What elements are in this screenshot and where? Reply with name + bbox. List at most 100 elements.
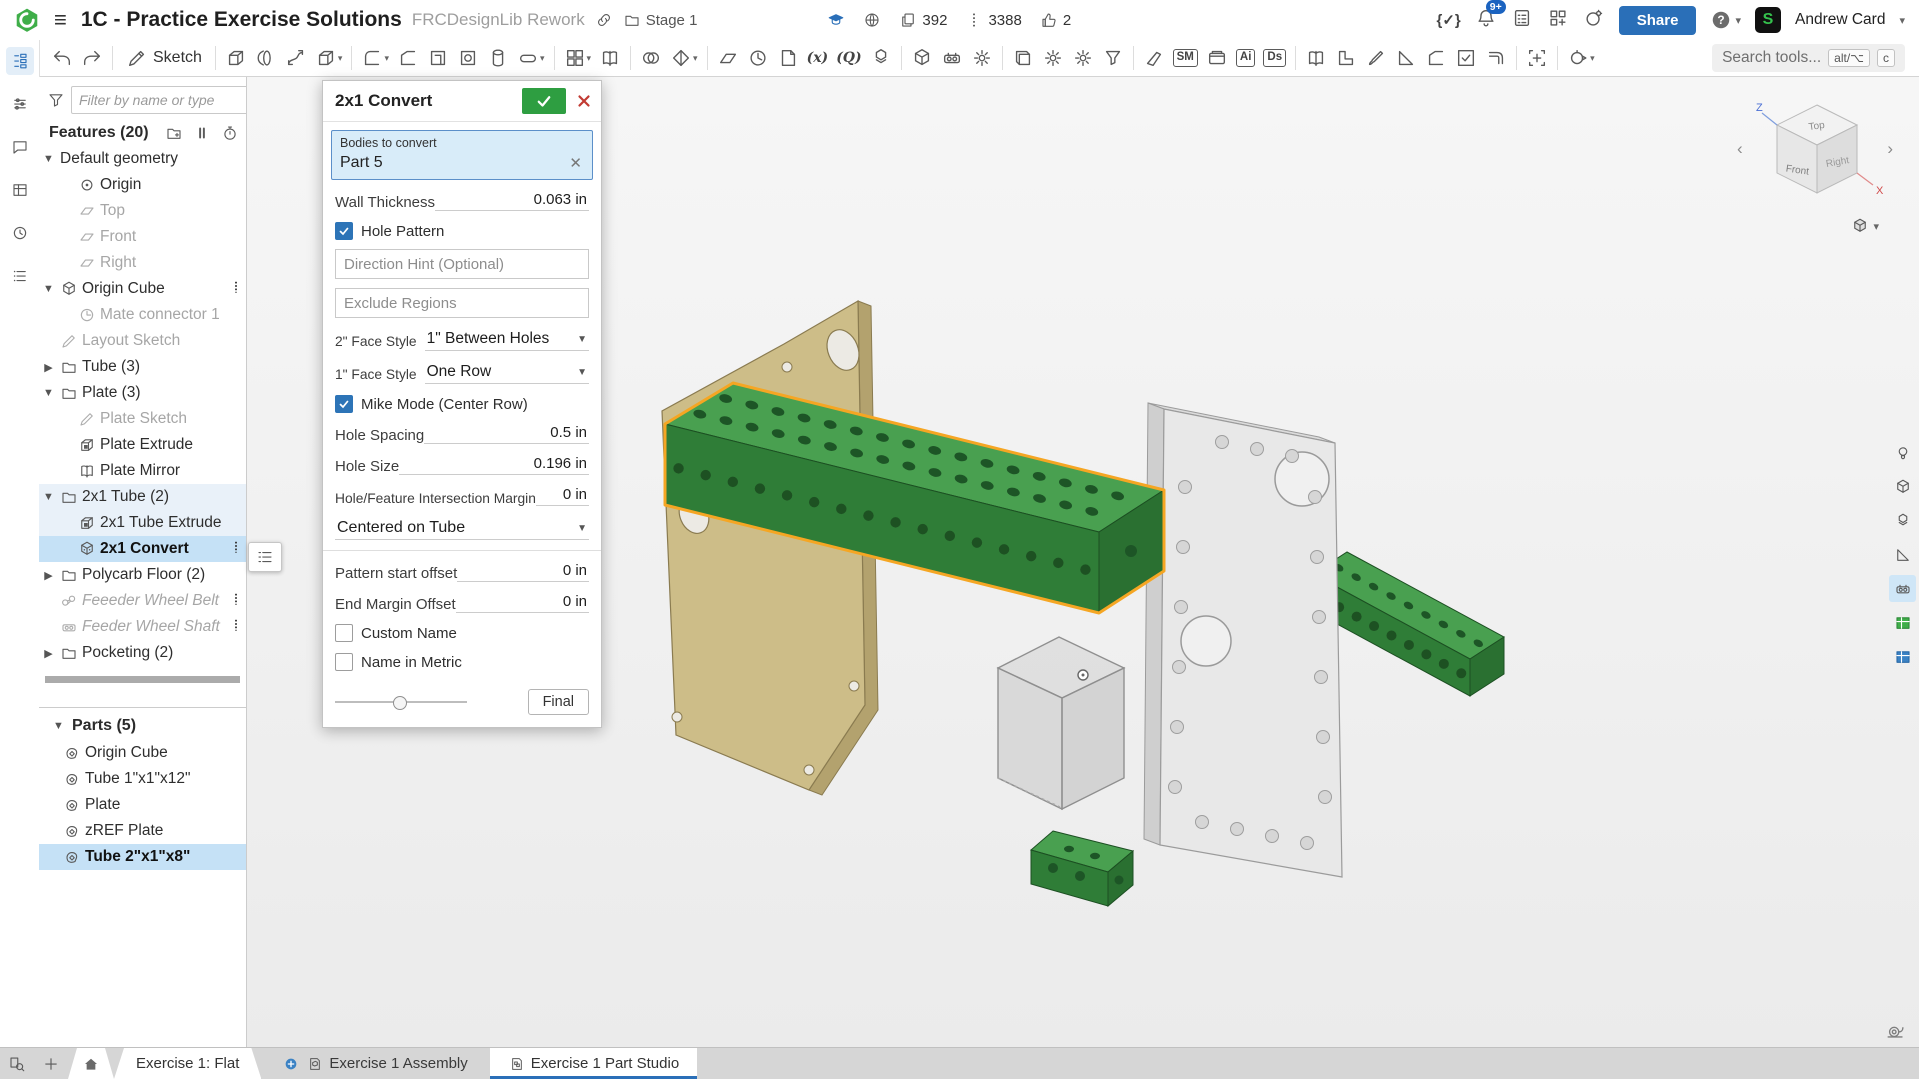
final-button[interactable]: Final [528,689,589,715]
notifications-button[interactable]: 9+ [1475,7,1497,34]
tool-frame-miter[interactable] [1391,44,1421,72]
sketch-button[interactable]: Sketch [118,44,210,72]
feature-row-feeder-wheel-shaft[interactable]: Feeder Wheel Shaft [39,614,246,640]
intersection-margin-input[interactable]: 0 in [536,486,589,506]
tab-exercise-1-part-studio[interactable]: Exercise 1 Part Studio [490,1048,697,1079]
view-frame-button[interactable] [1889,541,1916,568]
expander-open-icon[interactable]: ▼ [39,283,58,295]
filter-input[interactable] [71,86,247,114]
feature-row-top[interactable]: Top [39,198,246,224]
part-row-tube-2-x1-x8[interactable]: Tube 2"x1"x8" [39,844,246,870]
face2-select[interactable]: 1" Between Holes ▼ [425,330,589,351]
parts-expander-icon[interactable]: ▼ [49,720,68,732]
tool-gear-dog[interactable] [1038,44,1068,72]
copy-link-icon[interactable] [595,11,613,29]
mike-mode-checkbox[interactable]: Mike Mode (Center Row) [335,395,589,413]
tool-mirror-duplicate[interactable] [1301,44,1331,72]
regen-timer-button[interactable] [221,124,239,142]
rotate-right-icon[interactable]: › [1887,139,1893,159]
rotate-left-icon[interactable]: ‹ [1737,139,1743,159]
part-row-zref-plate[interactable]: zREF Plate [39,818,246,844]
custom-name-checkbox[interactable]: Custom Name [335,624,589,642]
bodies-to-convert-field[interactable]: Bodies to convert Part 5 ✕ [331,130,593,180]
expander-closed-icon[interactable]: ▶ [39,361,58,374]
tool-loft[interactable]: ▾ [311,44,347,72]
tool-split[interactable]: ▾ [666,44,702,72]
tool-verify[interactable] [1451,44,1481,72]
redo-button[interactable] [77,44,107,72]
panel-comments[interactable] [6,133,34,161]
tool-chamfer[interactable] [393,44,423,72]
expander-closed-icon[interactable]: ▶ [39,647,58,660]
part-row-tube-1-x1-x12[interactable]: Tube 1"x1"x12" [39,766,246,792]
end-margin-input[interactable]: 0 in [456,593,589,613]
views-count[interactable]: 3388 [965,11,1021,29]
tool-shell[interactable] [423,44,453,72]
view-composite-button[interactable] [1889,507,1916,534]
tab-exercise-1-flat[interactable]: Exercise 1: Flat [114,1048,261,1079]
learning-center-button[interactable] [1583,7,1605,34]
tool-ai-feature[interactable]: Ai [1232,46,1260,70]
tool-assistant[interactable]: ▾ [1563,44,1599,72]
wall-thickness-input[interactable]: 0.063 in [435,191,589,211]
tool-settings-gear[interactable] [1068,44,1098,72]
exclude-regions-input[interactable] [335,288,589,318]
view-cube[interactable]: Top Front Right Z X ‹ › ▾ [1737,87,1897,237]
tool-linear-pattern[interactable]: ▾ [560,44,596,72]
tool-sweep[interactable] [281,44,311,72]
copies-count[interactable]: 392 [899,11,947,29]
robot-tool-button[interactable] [1889,575,1916,602]
tool-hole[interactable] [453,44,483,72]
origin-marker[interactable] [1078,670,1088,680]
feature-row-feeeder-wheel-belt[interactable]: Feeeder Wheel Belt [39,588,246,614]
share-button[interactable]: Share [1619,6,1697,35]
apps-button[interactable] [1547,7,1569,34]
expander-open-icon[interactable]: ▼ [39,387,58,399]
rollback-pause-button[interactable] [193,124,211,142]
public-badge[interactable] [863,11,881,29]
tool-robot-config[interactable] [937,44,967,72]
feature-row-layout-sketch[interactable]: Layout Sketch [39,328,246,354]
tool-corner-join[interactable] [1331,44,1361,72]
part-row-plate[interactable]: Plate [39,792,246,818]
add-folder-button[interactable] [165,124,183,142]
panel-versions[interactable] [6,219,34,247]
panel-bom[interactable] [6,262,34,290]
feature-row-tube-3[interactable]: ▶Tube (3) [39,354,246,380]
tool-part-box[interactable] [907,44,937,72]
expander-open-icon[interactable]: ▼ [39,491,58,503]
feature-list-flyout-button[interactable] [248,542,282,572]
tool-lookup[interactable]: (Q) [832,47,865,69]
feature-row-default-geometry[interactable]: ▼Default geometry [39,146,246,172]
tool-sheet-metal[interactable]: SM [1169,46,1202,70]
tool-sheet-bend[interactable] [1139,44,1169,72]
hole-pattern-checkbox[interactable]: Hole Pattern [335,222,589,240]
tool-composite[interactable] [866,44,896,72]
avatar[interactable]: S [1755,7,1781,33]
tool-revolve[interactable] [251,44,281,72]
tool-helix[interactable] [743,44,773,72]
feature-row-2x1-convert[interactable]: 2x1 Convert [39,536,246,562]
tool-plane[interactable] [713,44,743,72]
feature-row-plate-mirror[interactable]: Plate Mirror [39,458,246,484]
tool-variable[interactable]: (x) [803,47,833,69]
slider-knob[interactable] [393,696,407,710]
view-export-button[interactable] [1889,473,1916,500]
feature-row-plate-extrude[interactable]: Plate Extrude [39,432,246,458]
cancel-button[interactable] [575,92,593,110]
tool-boolean[interactable] [636,44,666,72]
centered-select[interactable]: Centered on Tube ▼ [335,519,589,540]
tool-extrude[interactable] [221,44,251,72]
learning-badge[interactable] [827,11,845,29]
tool-export-dxf[interactable] [773,44,803,72]
feature-row-right[interactable]: Right [39,250,246,276]
direction-hint-input[interactable] [335,249,589,279]
tool-deburr[interactable] [1361,44,1391,72]
search-tools[interactable]: Search tools... alt/⌥ c [1712,44,1905,72]
user-menu-caret-icon[interactable]: ▾ [1899,14,1905,27]
expander-open-icon[interactable]: ▼ [39,153,58,165]
feature-row-polycarb-floor-2[interactable]: ▶Polycarb Floor (2) [39,562,246,588]
undo-button[interactable] [47,44,77,72]
tab-exercise-1-assembly[interactable]: Exercise 1 Assembly [261,1048,489,1079]
panel-feature-list[interactable] [6,47,34,75]
